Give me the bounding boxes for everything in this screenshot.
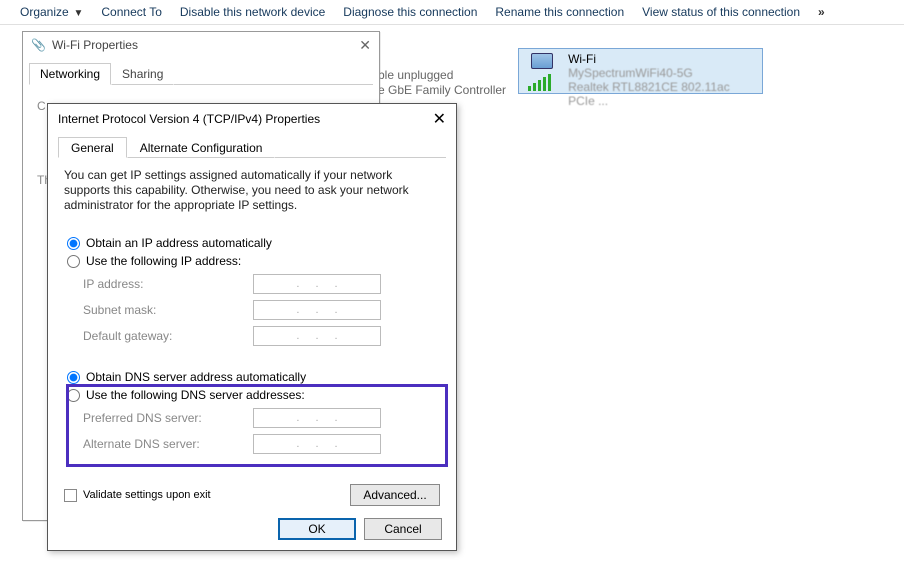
ipv4-description: You can get IP settings assigned automat…: [64, 168, 440, 213]
tab-general[interactable]: General: [58, 137, 127, 158]
subnet-mask-input: ...: [253, 300, 381, 320]
tab-alternate-configuration[interactable]: Alternate Configuration: [127, 137, 276, 158]
adapter-info: Wi-Fi MySpectrumWiFi40-5G Realtek RTL882…: [564, 49, 762, 93]
radio-ip-manual-input[interactable]: [67, 255, 80, 268]
command-bar: Organize ▼ Connect To Disable this netwo…: [0, 0, 904, 25]
close-icon[interactable]: ✕: [359, 37, 371, 54]
advanced-button[interactable]: Advanced...: [350, 484, 440, 506]
paperclip-icon: 📎: [31, 38, 46, 52]
ipv4-tabs: General Alternate Configuration: [58, 136, 446, 158]
ipv4-titlebar: Internet Protocol Version 4 (TCP/IPv4) P…: [48, 104, 456, 134]
radio-ip-auto-input[interactable]: [67, 237, 80, 250]
wifi-properties-title: Wi-Fi Properties: [52, 38, 138, 52]
field-preferred-dns: Preferred DNS server: ...: [83, 408, 437, 428]
view-status-button[interactable]: View status of this connection: [642, 5, 800, 19]
radio-ip-auto[interactable]: Obtain an IP address automatically: [67, 236, 437, 250]
radio-ip-manual[interactable]: Use the following IP address:: [67, 254, 437, 268]
organize-menu[interactable]: Organize ▼: [20, 5, 83, 19]
wifi-properties-titlebar: 📎 Wi-Fi Properties ✕: [23, 32, 379, 58]
radio-dns-manual-label: Use the following DNS server addresses:: [86, 388, 305, 402]
field-subnet-mask: Subnet mask: ...: [83, 300, 437, 320]
radio-dns-auto[interactable]: Obtain DNS server address automatically: [67, 370, 437, 384]
overflow-button[interactable]: »: [818, 5, 825, 19]
default-gateway-input: ...: [253, 326, 381, 346]
ip-address-input: ...: [253, 274, 381, 294]
background-adapter-text: ble unplugged e GbE Family Controller: [378, 68, 506, 98]
ok-button[interactable]: OK: [278, 518, 356, 540]
connect-to-button[interactable]: Connect To: [101, 5, 162, 19]
adapter-wifi-tile[interactable]: Wi-Fi MySpectrumWiFi40-5G Realtek RTL882…: [518, 48, 763, 94]
tab-sharing[interactable]: Sharing: [111, 63, 174, 85]
radio-ip-auto-label: Obtain an IP address automatically: [86, 236, 272, 250]
adapter-name: Wi-Fi: [568, 52, 758, 66]
adapter-ssid: MySpectrumWiFi40-5G: [568, 66, 758, 80]
wifi-properties-tabs: Networking Sharing: [29, 62, 373, 85]
wifi-adapter-icon: [523, 50, 560, 94]
ipv4-content: You can get IP settings assigned automat…: [64, 168, 440, 465]
alternate-dns-input: ...: [253, 434, 381, 454]
field-alternate-dns: Alternate DNS server: ...: [83, 434, 437, 454]
chevron-down-icon: ▼: [71, 8, 84, 19]
validate-label: Validate settings upon exit: [83, 489, 211, 501]
ipv4-title: Internet Protocol Version 4 (TCP/IPv4) P…: [58, 112, 320, 126]
field-default-gateway: Default gateway: ...: [83, 326, 437, 346]
tab-networking[interactable]: Networking: [29, 63, 111, 85]
radio-ip-manual-label: Use the following IP address:: [86, 254, 241, 268]
diagnose-button[interactable]: Diagnose this connection: [343, 5, 477, 19]
close-icon[interactable]: ✕: [433, 109, 446, 129]
ipv4-properties-dialog: Internet Protocol Version 4 (TCP/IPv4) P…: [47, 103, 457, 551]
disable-device-button[interactable]: Disable this network device: [180, 5, 325, 19]
validate-checkbox[interactable]: [64, 489, 77, 502]
field-ip-address: IP address: ...: [83, 274, 437, 294]
radio-dns-manual-input[interactable]: [67, 389, 80, 402]
radio-dns-auto-label: Obtain DNS server address automatically: [86, 370, 306, 384]
cancel-button[interactable]: Cancel: [364, 518, 442, 540]
adapter-driver: Realtek RTL8821CE 802.11ac PCIe ...: [568, 80, 758, 108]
radio-dns-manual[interactable]: Use the following DNS server addresses:: [67, 388, 437, 402]
validate-row: Validate settings upon exit Advanced...: [64, 484, 440, 506]
dialog-buttons: OK Cancel: [278, 518, 442, 540]
rename-button[interactable]: Rename this connection: [495, 5, 624, 19]
preferred-dns-input: ...: [253, 408, 381, 428]
radio-dns-auto-input[interactable]: [67, 371, 80, 384]
